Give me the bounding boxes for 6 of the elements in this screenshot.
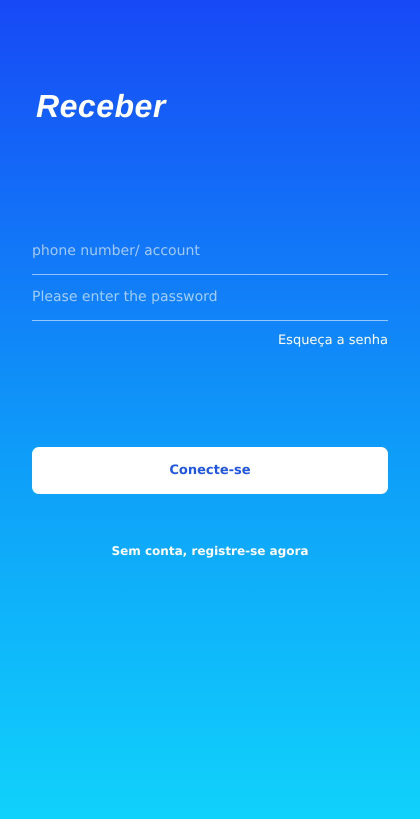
account-field[interactable]: phone number/ account <box>32 229 388 275</box>
app-title: Receber <box>36 88 166 126</box>
forgot-password-link[interactable]: Esqueça a senha <box>278 333 388 348</box>
password-field[interactable]: Please enter the password <box>32 275 388 321</box>
register-link[interactable]: Sem conta, registre-se agora <box>111 544 308 558</box>
login-button[interactable]: Conecte-se <box>32 447 388 494</box>
